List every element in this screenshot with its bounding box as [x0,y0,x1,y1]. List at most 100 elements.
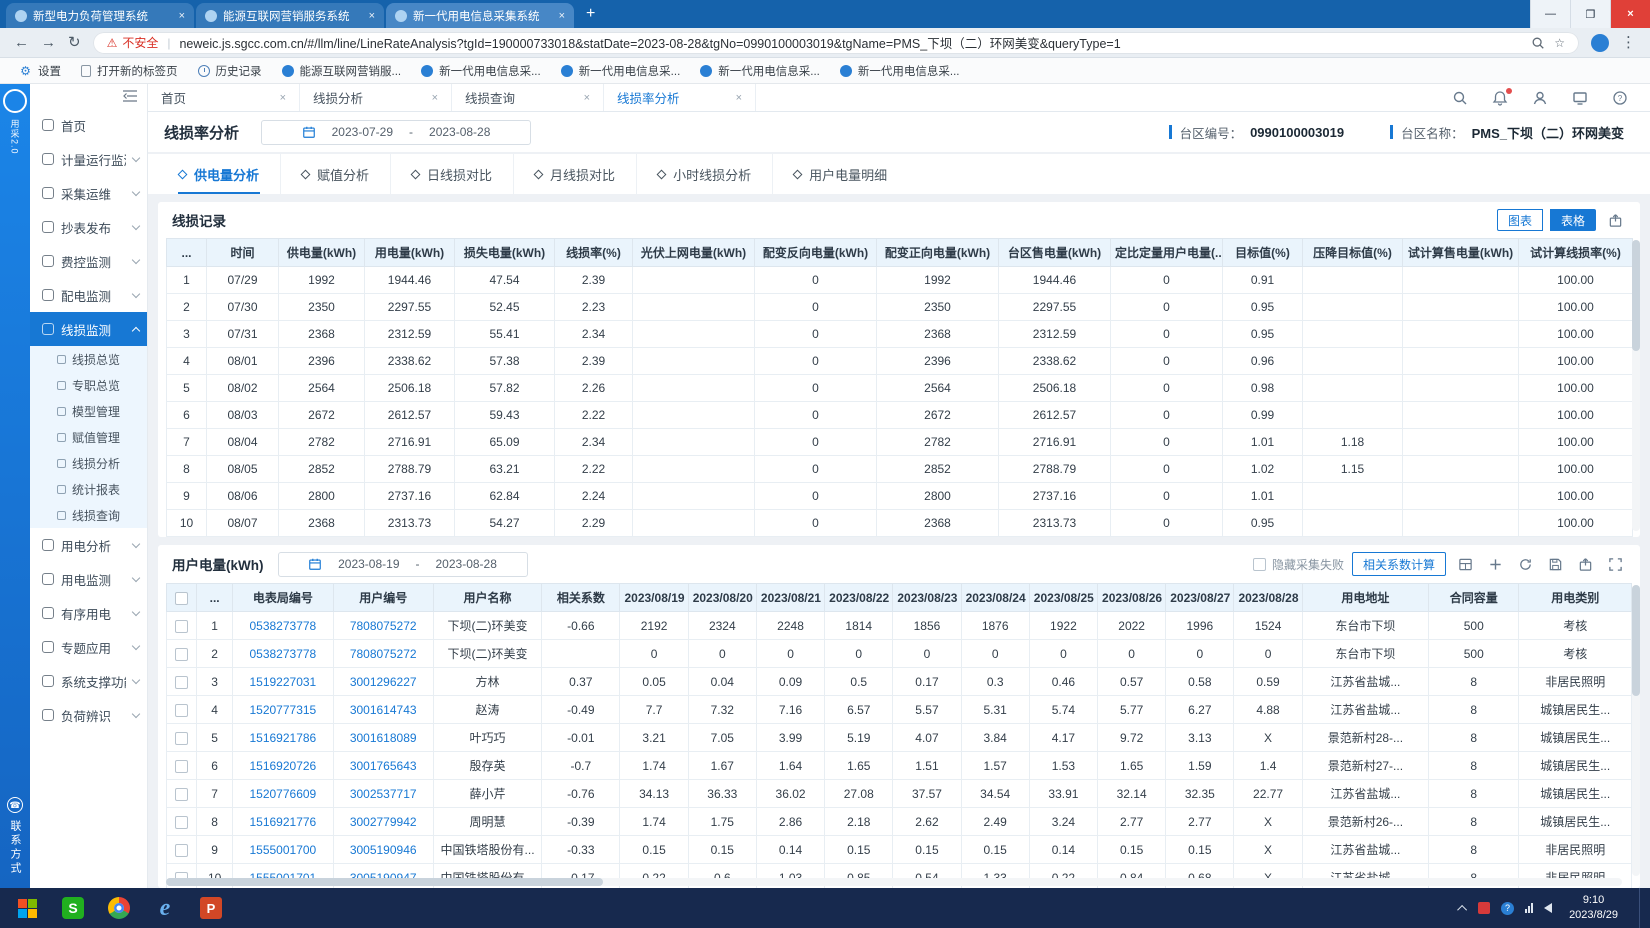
table-row[interactable]: 615169207263001765643殷存英-0.71.741.671.64… [167,752,1632,780]
table-cell[interactable]: 3001614743 [333,696,433,724]
horizontal-scrollbar[interactable] [166,878,1622,886]
bookmark-item[interactable]: 新一代用电信息采... [691,60,829,82]
table-row[interactable]: 408/0123962338.6257.382.39023962338.6200… [167,348,1633,375]
column-header[interactable]: 2023/08/28 [1234,584,1302,612]
volume-icon[interactable] [1544,903,1552,913]
row-checkbox[interactable] [175,760,188,773]
tray-app-icon[interactable] [1478,902,1490,914]
sidebar-item[interactable]: 专题应用 [30,630,147,664]
sidebar-item[interactable]: 采集运维 [30,176,147,210]
table-cell[interactable]: 7808075272 [333,640,433,668]
hide-failed-toggle[interactable]: 隐藏采集失败 [1253,556,1344,573]
sidebar-subitem[interactable]: 线损总览 [30,346,147,372]
bookmark-item[interactable]: 新一代用电信息采... [412,60,550,82]
subtab-item[interactable]: 用户电量明细 [773,154,908,194]
column-header[interactable]: 用户编号 [333,584,433,612]
fullscreen-icon[interactable] [1604,553,1626,575]
search-icon[interactable] [1452,90,1468,106]
column-header[interactable]: 用户名称 [433,584,541,612]
row-checkbox[interactable] [175,676,188,689]
export-icon[interactable] [1574,553,1596,575]
scrollbar-thumb[interactable] [1632,585,1640,696]
workspace-tab[interactable]: 线损率分析× [604,84,756,111]
contact-block[interactable]: ☎ 联系方式 [7,797,23,888]
table-cell[interactable]: 0538273778 [233,612,333,640]
refresh-icon[interactable] [1514,553,1536,575]
column-header[interactable]: 配变反向电量(kWh) [755,239,877,267]
add-icon[interactable] [1484,553,1506,575]
sidebar-item[interactable]: 用电分析 [30,528,147,562]
table-row[interactable]: 915550017003005190946中国铁塔股份有...-0.330.15… [167,836,1632,864]
profile-avatar[interactable] [1591,34,1609,52]
table-row[interactable]: 508/0225642506.1857.822.26025642506.1800… [167,375,1633,402]
table-row[interactable]: 207/3023502297.5552.452.23023502297.5500… [167,294,1633,321]
sidebar-item[interactable]: 首页 [30,108,147,142]
user-icon[interactable] [1532,90,1548,106]
column-header[interactable]: 用电地址 [1302,584,1428,612]
table-cell[interactable]: 3001765643 [333,752,433,780]
column-header[interactable]: 合同容量 [1429,584,1519,612]
url-text[interactable]: neweic.js.sgcc.com.cn/#/llm/line/LineRat… [179,33,1522,52]
sidebar-item[interactable]: 计量运行监测 [30,142,147,176]
zoom-icon[interactable] [1531,36,1545,50]
maximize-button[interactable]: ❐ [1570,0,1610,28]
taskbar-app-s[interactable]: S [50,888,96,928]
table-row[interactable]: 315192270313001296227方林0.370.050.040.090… [167,668,1632,696]
taskbar-clock[interactable]: 9:10 2023/8/29 [1563,893,1624,923]
row-checkbox[interactable] [175,648,188,661]
select-all-checkbox[interactable] [175,592,188,605]
sidebar-item[interactable]: 线损监测 [30,312,147,346]
bookmark-star-icon[interactable]: ☆ [1554,36,1565,50]
close-button[interactable]: × [1610,0,1650,28]
browser-tab[interactable]: 新一代用电信息采集系统× [386,3,574,28]
column-header[interactable]: 2023/08/25 [1029,584,1097,612]
sidebar-subitem[interactable]: 专职总览 [30,372,147,398]
security-warning[interactable]: ⚠不安全 [107,34,159,51]
taskbar-chrome[interactable] [96,888,142,928]
table-row[interactable]: 1008/0723682313.7354.272.29023682313.730… [167,510,1633,537]
view-table-button[interactable]: 表格 [1550,209,1596,231]
sidebar-subitem[interactable]: 赋值管理 [30,424,147,450]
column-header[interactable]: 压降目标值(%) [1303,239,1403,267]
user-date-range-picker[interactable]: 2023-08-19 - 2023-08-28 [278,552,528,577]
table-row[interactable]: 515169217863001618089叶巧巧-0.013.217.053.9… [167,724,1632,752]
table-row[interactable]: 415207773153001614743赵涛-0.497.77.327.166… [167,696,1632,724]
bookmark-item[interactable]: 能源互联网营销服... [273,60,411,82]
tab-close-icon[interactable]: × [736,92,742,104]
date-to[interactable]: 2023-08-28 [429,125,490,139]
notifications-bell-icon[interactable] [1492,90,1508,106]
browser-tab[interactable]: 新型电力负荷管理系统× [6,3,194,28]
column-header[interactable]: 用电量(kWh) [365,239,455,267]
save-icon[interactable] [1544,553,1566,575]
column-header[interactable]: 试计算线损率(%) [1519,239,1633,267]
column-header[interactable]: 损失电量(kWh) [455,239,555,267]
table-cell[interactable]: 1516921776 [233,808,333,836]
sidebar-subitem[interactable]: 统计报表 [30,476,147,502]
column-header[interactable]: 电表局编号 [233,584,333,612]
browser-menu-icon[interactable]: ⋮ [1621,35,1636,50]
correlation-calc-button[interactable]: 相关系数计算 [1352,552,1446,576]
column-header[interactable]: 光伏上网电量(kWh) [633,239,755,267]
subtab-item[interactable]: 供电量分析 [158,154,281,194]
column-header[interactable]: 目标值(%) [1223,239,1303,267]
column-header[interactable]: 2023/08/26 [1098,584,1166,612]
table-row[interactable]: 808/0528522788.7963.212.22028522788.7901… [167,456,1633,483]
browser-tab[interactable]: 能源互联网营销服务系统× [196,3,384,28]
tab-close-icon[interactable]: × [280,92,286,104]
sidebar-item[interactable]: 配电监测 [30,278,147,312]
monitor-icon[interactable] [1572,90,1588,106]
back-icon[interactable]: ← [14,35,29,50]
show-desktop-button[interactable] [1639,888,1644,928]
table-cell[interactable]: 1516921786 [233,724,333,752]
row-checkbox[interactable] [175,844,188,857]
user-date-from[interactable]: 2023-08-19 [338,557,399,571]
sidebar-item[interactable]: 有序用电 [30,596,147,630]
bookmark-item[interactable]: 打开新的标签页 [72,60,187,82]
column-header[interactable]: 时间 [207,239,279,267]
bookmark-item[interactable]: 历史记录 [189,60,271,82]
column-header[interactable]: ... [197,584,233,612]
network-icon[interactable] [1525,903,1533,913]
sidebar-item[interactable]: 费控监测 [30,244,147,278]
subtab-item[interactable]: 赋值分析 [281,154,391,194]
start-button[interactable] [4,888,50,928]
